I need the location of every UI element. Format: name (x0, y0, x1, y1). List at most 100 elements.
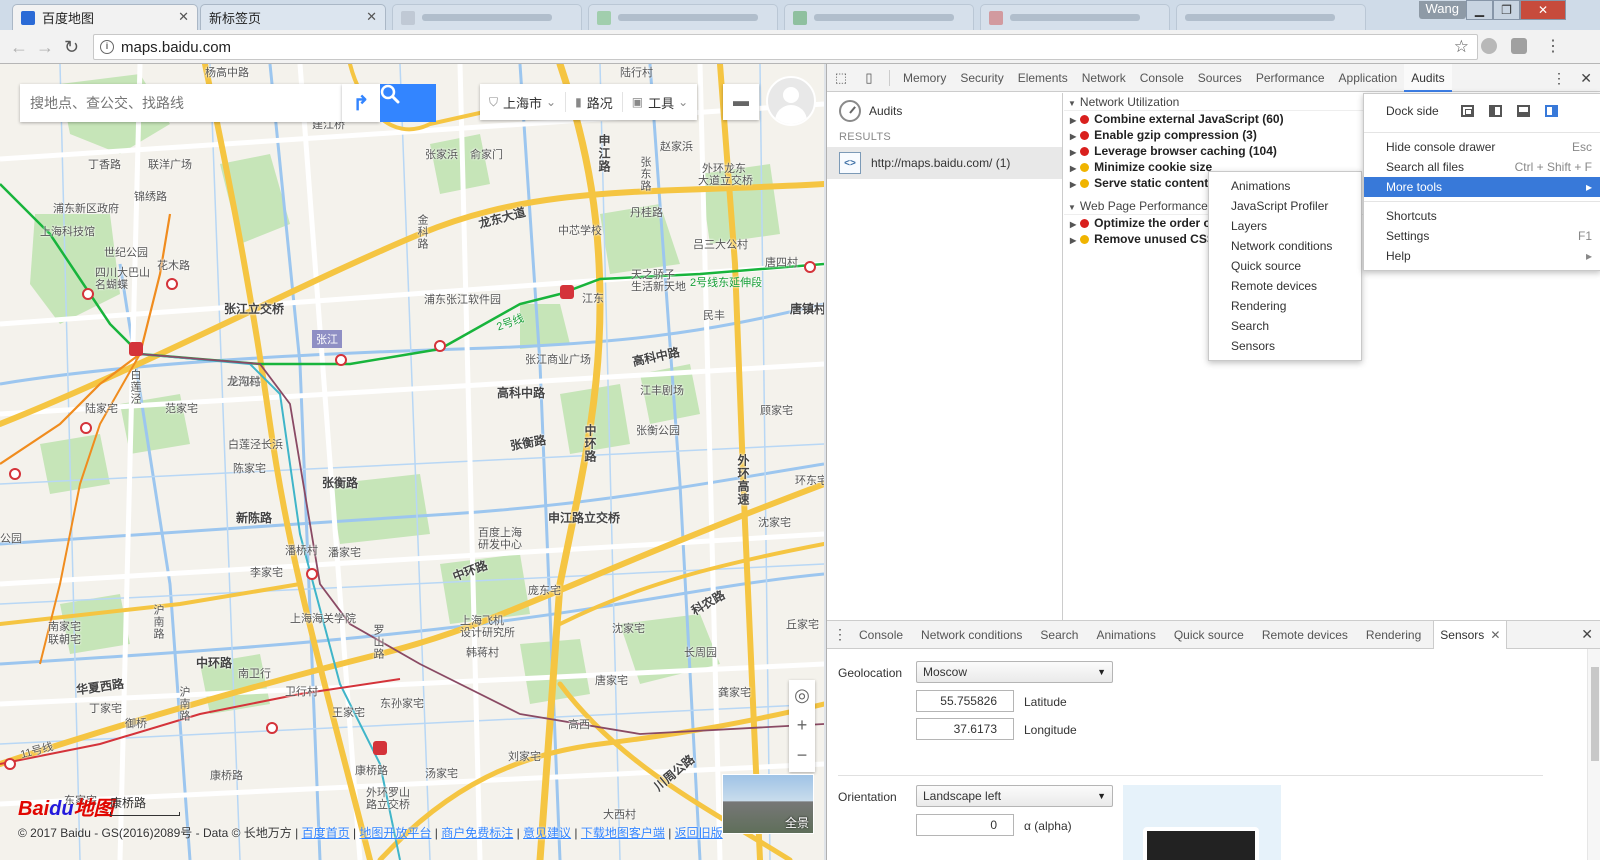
audits-launcher[interactable]: Audits (827, 93, 1062, 129)
drawer-tab-remote-devices[interactable]: Remote devices (1256, 621, 1360, 649)
locate-icon[interactable]: ◎ (794, 680, 810, 710)
tools-button[interactable]: ▣ 工具 ⌄ (623, 92, 697, 112)
drawer-tab-rendering[interactable]: Rendering (1360, 621, 1433, 649)
shield-icon[interactable] (1511, 38, 1527, 54)
footer-link[interactable]: 下载地图客户端 (581, 826, 665, 840)
tab-blurred[interactable] (1176, 4, 1366, 30)
menu-item-search-all[interactable]: Search all files Ctrl + Shift + F (1364, 157, 1600, 177)
tab-sources[interactable]: Sources (1191, 64, 1249, 92)
map-search-input[interactable] (30, 95, 330, 111)
menu-item-remote-devices[interactable]: Remote devices (1209, 276, 1361, 296)
map-label: 俞家门 (470, 149, 503, 161)
info-icon[interactable]: i (100, 40, 114, 54)
menu-item-layers[interactable]: Layers (1209, 216, 1361, 236)
orientation-select[interactable]: Landscape left ▼ (916, 785, 1113, 807)
menu-item-settings[interactable]: Settings F1 (1364, 226, 1600, 246)
close-tab-icon[interactable]: ✕ (366, 9, 377, 25)
drawer-tab-console[interactable]: Console (853, 621, 915, 649)
dock-bottom-icon[interactable] (1516, 105, 1530, 117)
minimize-icon[interactable]: ▁ (1466, 0, 1493, 20)
footer-link[interactable]: 商户免费标注 (441, 826, 513, 840)
restore-icon[interactable]: ❐ (1493, 0, 1520, 20)
footer-link[interactable]: 返回旧版 (675, 826, 723, 840)
address-bar[interactable]: i maps.baidu.com ☆ (93, 34, 1478, 60)
close-window-icon[interactable]: ✕ (1520, 0, 1566, 20)
map-view[interactable]: 杨高中路 陆行村 建江桥 张家浜 俞家门 赵家浜 外环龙东 大道立交桥 丁香路 … (0, 64, 824, 860)
tab-new-tab[interactable]: 新标签页 ✕ (200, 4, 386, 30)
tab-application[interactable]: Application (1332, 64, 1405, 92)
tab-audits[interactable]: Audits (1404, 63, 1452, 92)
menu-item-rendering[interactable]: Rendering (1209, 296, 1361, 316)
footer-link[interactable]: 地图开放平台 (359, 826, 431, 840)
tab-memory[interactable]: Memory (896, 64, 953, 92)
close-tab-icon[interactable]: ✕ (1490, 628, 1500, 642)
audit-result-item[interactable]: <> http://maps.baidu.com/ (1) (827, 147, 1062, 179)
devtools-menu-icon[interactable]: ⋮ (1552, 70, 1566, 87)
tab-network[interactable]: Network (1075, 64, 1133, 92)
city-selector[interactable]: ⛉ 上海市 ⌄ (480, 92, 567, 112)
device-orientation-preview[interactable] (1123, 785, 1281, 860)
tab-performance[interactable]: Performance (1249, 64, 1332, 92)
tab-elements[interactable]: Elements (1011, 64, 1075, 92)
dock-right-icon[interactable] (1544, 105, 1558, 117)
drawer-tab-network-conditions[interactable]: Network conditions (915, 621, 1034, 649)
latitude-input[interactable]: 55.755826 (916, 690, 1014, 712)
menu-item-quick-source[interactable]: Quick source (1209, 256, 1361, 276)
dock-left-icon[interactable] (1488, 105, 1502, 117)
undock-icon[interactable] (1460, 105, 1474, 117)
tab-blurred[interactable] (588, 4, 778, 30)
close-tab-icon[interactable]: ✕ (178, 9, 189, 25)
avatar[interactable] (766, 76, 816, 126)
drawer-scrollbar[interactable] (1587, 649, 1600, 860)
tab-security[interactable]: Security (953, 64, 1010, 92)
reload-icon[interactable]: ↻ (64, 37, 79, 58)
search-button[interactable] (380, 84, 436, 122)
menu-item-help[interactable]: Help ▸ (1364, 246, 1600, 266)
menu-item-network-conditions[interactable]: Network conditions (1209, 236, 1361, 256)
drawer-tab-bar: ⋮ Console Network conditions Search Anim… (827, 620, 1600, 649)
browser-toolbar: ← → ↻ i maps.baidu.com ☆ ⋮ (0, 30, 1600, 64)
map-search-box[interactable] (20, 84, 342, 122)
url-text[interactable]: maps.baidu.com (121, 39, 231, 56)
menu-item-shortcuts[interactable]: Shortcuts (1364, 206, 1600, 226)
bookmark-star-icon[interactable]: ☆ (1454, 37, 1469, 57)
tab-baidu-map[interactable]: 百度地图 ✕ (12, 4, 198, 30)
back-arrow-icon[interactable]: ← (10, 37, 28, 58)
drawer-tab-sensors[interactable]: Sensors ✕ (1433, 620, 1508, 649)
baidu-map-logo[interactable]: Baidu地图 (18, 792, 114, 821)
menu-item-js-profiler[interactable]: JavaScript Profiler (1209, 196, 1361, 216)
menu-kebab-icon[interactable]: ⋮ (1545, 36, 1561, 56)
tab-console[interactable]: Console (1133, 64, 1191, 92)
menu-item-animations[interactable]: Animations (1209, 176, 1361, 196)
alpha-input[interactable]: 0 (916, 814, 1014, 836)
tab-blurred[interactable] (980, 4, 1170, 30)
longitude-input[interactable]: 37.6173 (916, 718, 1014, 740)
profile-button[interactable]: Wang (1418, 1, 1466, 19)
menu-item-search[interactable]: Search (1209, 316, 1361, 336)
drawer-tab-animations[interactable]: Animations (1090, 621, 1167, 649)
zoom-out-icon[interactable]: − (797, 740, 808, 770)
close-drawer-icon[interactable]: ✕ (1581, 626, 1593, 643)
message-icon[interactable]: ▬ (723, 84, 759, 120)
panorama-thumbnail[interactable]: 全景 (722, 774, 814, 834)
menu-item-hide-console[interactable]: Hide console drawer Esc (1364, 137, 1600, 157)
drawer-tab-quick-source[interactable]: Quick source (1168, 621, 1256, 649)
forward-arrow-icon[interactable]: → (36, 37, 54, 58)
close-devtools-icon[interactable]: ✕ (1580, 70, 1592, 87)
drawer-menu-icon[interactable]: ⋮ (827, 626, 853, 643)
inspect-element-icon[interactable]: ⬚ (827, 70, 855, 86)
menu-item-more-tools[interactable]: More tools ▸ (1364, 177, 1600, 197)
extension-icon[interactable] (1481, 38, 1497, 54)
tab-blurred[interactable] (784, 4, 974, 30)
traffic-button[interactable]: ▮ 路况 (566, 92, 623, 112)
geolocation-select[interactable]: Moscow ▼ (916, 661, 1113, 683)
zoom-in-icon[interactable]: + (797, 710, 808, 740)
device-toggle-icon[interactable]: ▯ (855, 70, 883, 86)
footer-link[interactable]: 百度首页 (302, 826, 350, 840)
drawer-tab-search[interactable]: Search (1034, 621, 1090, 649)
tab-blurred[interactable] (392, 4, 582, 30)
footer-link[interactable]: 意见建议 (523, 826, 571, 840)
menu-item-sensors[interactable]: Sensors (1209, 336, 1361, 356)
route-arrow-icon[interactable]: ↱ (342, 84, 380, 122)
metro-label: 2号线东延伸段 (690, 277, 763, 289)
